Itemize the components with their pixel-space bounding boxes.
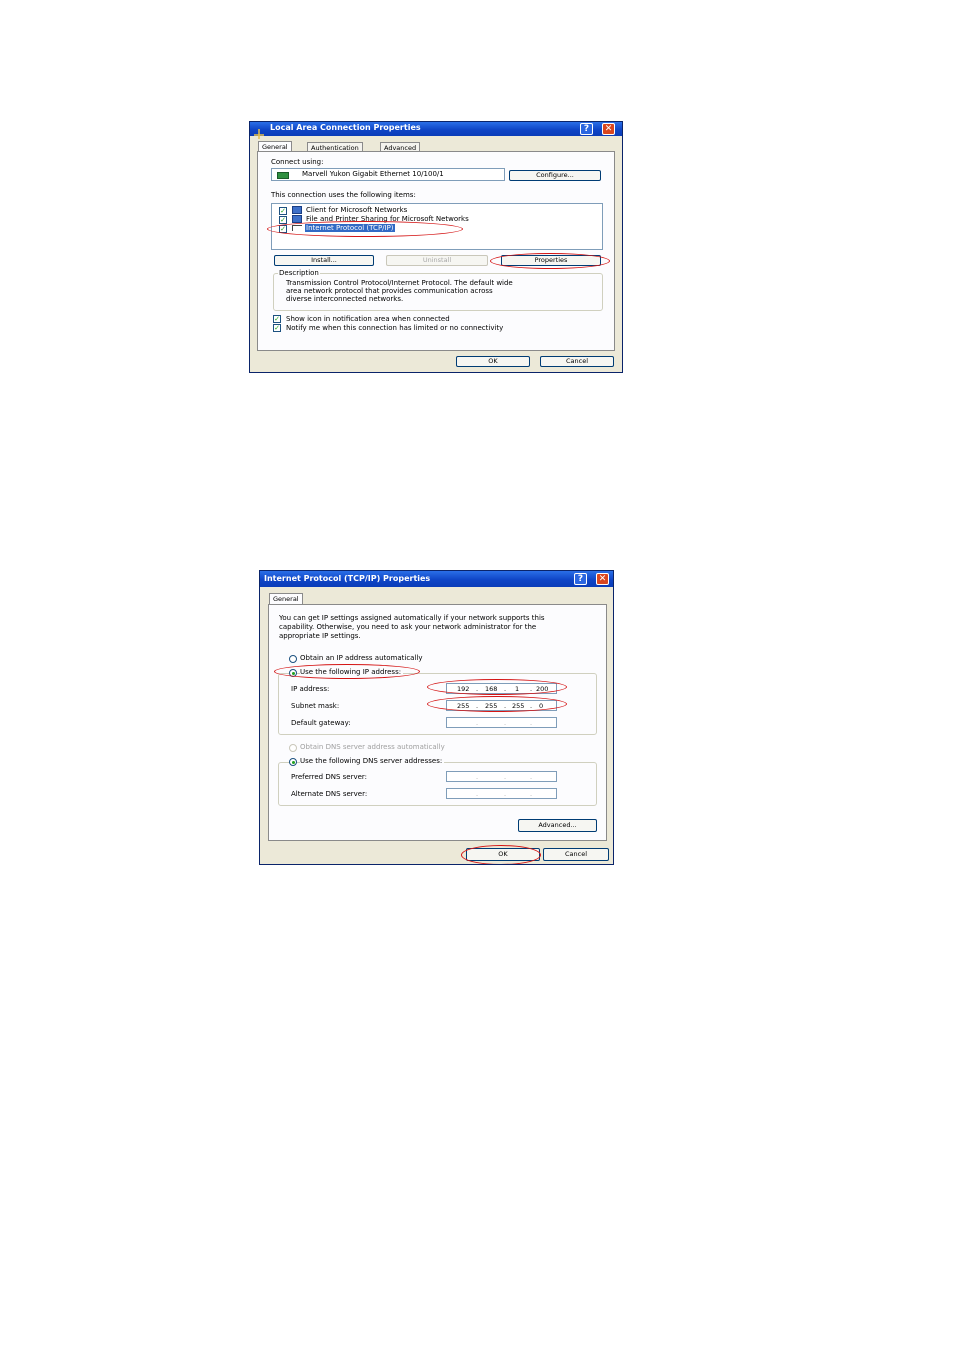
alternate-dns-dot: . bbox=[530, 790, 533, 798]
alternate-dns-dot: . bbox=[476, 790, 479, 798]
dns-group bbox=[278, 762, 597, 806]
client-icon bbox=[292, 206, 302, 214]
adapter-name: Marvell Yukon Gigabit Ethernet 10/100/1 bbox=[302, 170, 444, 178]
ok-highlight-oval bbox=[461, 845, 541, 864]
preferred-dns-dot: . bbox=[530, 773, 533, 781]
alternate-dns-input[interactable]: . . . bbox=[446, 788, 557, 799]
alternate-dns-dot: . bbox=[504, 790, 507, 798]
configure-button[interactable]: Configure... bbox=[509, 170, 601, 181]
alternate-dns-label: Alternate DNS server: bbox=[291, 790, 368, 798]
use-dns-label: Use the following DNS server addresses: bbox=[300, 757, 445, 765]
tcpip-highlight-oval bbox=[267, 221, 463, 237]
ok-button[interactable]: OK bbox=[456, 356, 530, 367]
description-line-3: diverse interconnected networks. bbox=[286, 295, 404, 303]
tcpip-properties-dialog: Internet Protocol (TCP/IP) Properties ? … bbox=[259, 570, 614, 865]
tab-general[interactable]: General bbox=[269, 593, 303, 604]
description-line-1: Transmission Control Protocol/Internet P… bbox=[286, 279, 513, 287]
install-button[interactable]: Install... bbox=[274, 255, 374, 266]
preferred-dns-dot: . bbox=[476, 773, 479, 781]
sharing-icon bbox=[292, 215, 302, 223]
intro-line-1: You can get IP settings assigned automat… bbox=[279, 614, 545, 622]
notify-checkbox[interactable]: ✓ bbox=[273, 324, 281, 332]
help-icon[interactable]: ? bbox=[580, 123, 593, 135]
preferred-dns-input[interactable]: . . . bbox=[446, 771, 557, 782]
subnet-mask-highlight-oval bbox=[427, 696, 567, 712]
ip-address-label: IP address: bbox=[291, 685, 330, 693]
show-icon-label: Show icon in notification area when conn… bbox=[286, 315, 450, 323]
title-bar[interactable]: Local Area Connection Properties ? ✕ bbox=[250, 122, 622, 139]
general-tab-panel: You can get IP settings assigned automat… bbox=[268, 604, 607, 841]
show-icon-checkbox[interactable]: ✓ bbox=[273, 315, 281, 323]
window-title: Internet Protocol (TCP/IP) Properties bbox=[264, 574, 431, 583]
uninstall-button[interactable]: Uninstall bbox=[386, 255, 488, 266]
gateway-dot: . bbox=[530, 719, 533, 727]
intro-line-2: capability. Otherwise, you need to ask y… bbox=[279, 623, 537, 631]
subnet-mask-label: Subnet mask: bbox=[291, 702, 340, 710]
window-title: Local Area Connection Properties bbox=[270, 123, 421, 132]
help-icon[interactable]: ? bbox=[574, 573, 587, 585]
close-icon[interactable]: ✕ bbox=[602, 123, 615, 135]
notify-label: Notify me when this connection has limit… bbox=[286, 324, 504, 332]
preferred-dns-label: Preferred DNS server: bbox=[291, 773, 368, 781]
preferred-dns-dot: . bbox=[504, 773, 507, 781]
list-item[interactable]: ✓ Client for Microsoft Networks bbox=[272, 206, 602, 215]
adapter-field: Marvell Yukon Gigabit Ethernet 10/100/1 bbox=[271, 168, 505, 181]
gateway-dot: . bbox=[476, 719, 479, 727]
default-gateway-label: Default gateway: bbox=[291, 719, 351, 727]
obtain-dns-radio[interactable] bbox=[289, 744, 297, 752]
general-tab-panel: Connect using: Marvell Yukon Gigabit Eth… bbox=[257, 151, 615, 351]
obtain-dns-label: Obtain DNS server address automatically bbox=[300, 743, 445, 751]
items-label: This connection uses the following items… bbox=[271, 191, 416, 199]
item-checkbox[interactable]: ✓ bbox=[279, 216, 287, 224]
connect-using-label: Connect using: bbox=[271, 158, 324, 166]
gateway-dot: . bbox=[504, 719, 507, 727]
item-label: Client for Microsoft Networks bbox=[306, 206, 408, 214]
use-ip-highlight-oval bbox=[274, 664, 420, 679]
cancel-button[interactable]: Cancel bbox=[543, 848, 609, 861]
lan-properties-dialog: Local Area Connection Properties ? ✕ Gen… bbox=[249, 121, 623, 373]
network-card-icon bbox=[277, 172, 289, 179]
network-icon bbox=[254, 124, 264, 139]
advanced-button[interactable]: Advanced... bbox=[518, 819, 597, 832]
properties-highlight-oval bbox=[490, 253, 610, 269]
close-icon[interactable]: ✕ bbox=[596, 573, 609, 585]
default-gateway-input[interactable]: . . . bbox=[446, 717, 557, 728]
cancel-button[interactable]: Cancel bbox=[540, 356, 614, 367]
item-checkbox[interactable]: ✓ bbox=[279, 207, 287, 215]
ip-address-highlight-oval bbox=[427, 679, 567, 695]
obtain-ip-radio[interactable] bbox=[289, 655, 297, 663]
title-bar[interactable]: Internet Protocol (TCP/IP) Properties ? … bbox=[260, 571, 613, 587]
obtain-ip-label: Obtain an IP address automatically bbox=[300, 654, 423, 662]
intro-line-3: appropriate IP settings. bbox=[279, 632, 361, 640]
description-legend: Description bbox=[278, 269, 320, 277]
description-line-2: area network protocol that provides comm… bbox=[286, 287, 493, 295]
use-dns-radio[interactable] bbox=[289, 758, 297, 766]
